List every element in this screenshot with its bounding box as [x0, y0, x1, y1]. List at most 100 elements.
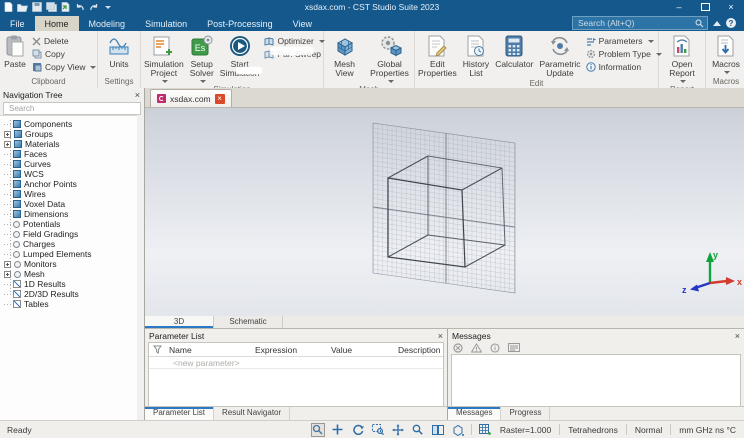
tree-item-curves[interactable]: Curves	[0, 159, 137, 169]
tree-search-box[interactable]	[3, 102, 141, 115]
optimizer-button[interactable]: Optimizer	[264, 36, 325, 46]
tree-item-2d3d-results[interactable]: 2D/3D Results	[0, 289, 137, 299]
viewport-3d[interactable]: y x z	[145, 108, 744, 316]
tree-item-materials[interactable]: Materials	[0, 139, 137, 149]
edit-properties-button[interactable]: Edit Properties	[416, 33, 459, 79]
tree-item-lumped-elements[interactable]: Lumped Elements	[0, 249, 137, 259]
setup-solver-button[interactable]: Es Setup Solver	[188, 33, 216, 85]
tree-item-potentials[interactable]: Potentials	[0, 219, 137, 229]
tab-messages[interactable]: Messages	[448, 407, 502, 420]
ribbon-search[interactable]	[572, 16, 708, 30]
tree-item-wcs[interactable]: WCS	[0, 169, 137, 179]
tab-3d[interactable]: 3D	[145, 316, 214, 328]
new-parameter-row[interactable]: <new parameter>	[149, 357, 443, 369]
tree-item-field-gradings[interactable]: Field Gradings	[0, 229, 137, 239]
expand-icon[interactable]	[4, 130, 11, 138]
tab-view[interactable]: View	[283, 16, 322, 31]
status-mode[interactable]: Normal	[633, 425, 664, 435]
parameter-list-close-button[interactable]: ×	[438, 331, 443, 341]
expand-icon[interactable]	[4, 260, 11, 268]
split-view-icon[interactable]	[431, 423, 445, 437]
minimize-button[interactable]: –	[666, 0, 692, 14]
status-mesh-type[interactable]: Tetrahedrons	[566, 425, 620, 435]
save-icon[interactable]	[32, 2, 42, 12]
close-button[interactable]: ×	[718, 0, 744, 14]
maximize-button[interactable]	[692, 0, 718, 14]
tree-item-1d-results[interactable]: 1D Results	[0, 279, 137, 289]
tree-item-charges[interactable]: Charges	[0, 239, 137, 249]
tree-search-input[interactable]	[7, 103, 137, 114]
bounding-box-icon[interactable]	[451, 423, 465, 437]
column-value[interactable]: Value	[327, 345, 394, 355]
simulation-project-button[interactable]: Simulation Project	[142, 33, 186, 85]
tree-item-wires[interactable]: Wires	[0, 189, 137, 199]
import-icon[interactable]	[61, 2, 71, 12]
zoom-window-icon[interactable]	[371, 423, 385, 437]
parametric-update-button[interactable]: Parametric Update	[537, 33, 582, 79]
column-name[interactable]: Name	[165, 345, 251, 355]
expand-icon[interactable]	[4, 270, 11, 278]
document-tab[interactable]: xsdax.com ×	[150, 89, 232, 107]
tab-post-processing[interactable]: Post-Processing	[197, 16, 283, 31]
paste-button[interactable]: Paste	[1, 33, 29, 70]
rotate-icon[interactable]	[351, 423, 365, 437]
tree-item-faces[interactable]: Faces	[0, 149, 137, 159]
tree-item-voxel-data[interactable]: Voxel Data	[0, 199, 137, 209]
information-button[interactable]: Information	[585, 62, 662, 72]
open-folder-icon[interactable]	[17, 3, 28, 12]
copy-button[interactable]: Copy	[32, 49, 96, 59]
pick-point-icon[interactable]	[310, 422, 325, 437]
calculator-button[interactable]: Calculator	[493, 33, 535, 70]
tab-schematic[interactable]: Schematic	[214, 316, 283, 328]
tab-parameter-list[interactable]: Parameter List	[145, 407, 215, 420]
info-filter-icon[interactable]	[490, 342, 500, 353]
errors-filter-icon[interactable]	[453, 342, 463, 353]
mesh-view-button[interactable]: Mesh View	[325, 33, 364, 79]
tab-progress[interactable]: Progress	[501, 407, 551, 420]
tab-file[interactable]: File	[0, 16, 35, 31]
redo-icon[interactable]	[89, 3, 99, 12]
document-tab-close-button[interactable]: ×	[214, 93, 225, 104]
help-icon[interactable]: ?	[726, 18, 736, 28]
expand-icon[interactable]	[4, 140, 11, 148]
open-report-button[interactable]: Open Report	[660, 33, 704, 85]
collapse-ribbon-icon[interactable]	[713, 17, 721, 26]
tree-item-components[interactable]: Components	[0, 119, 137, 129]
tab-simulation[interactable]: Simulation	[135, 16, 197, 31]
copy-view-button[interactable]: Copy View	[32, 62, 97, 72]
tree-item-anchor-points[interactable]: Anchor Points	[0, 179, 137, 189]
raster-icon[interactable]	[478, 423, 492, 437]
delete-button[interactable]: Delete	[32, 36, 96, 46]
tree-item-tables[interactable]: Tables	[0, 299, 137, 309]
column-description[interactable]: Description	[394, 345, 441, 355]
start-simulation-button[interactable]: Start Simulation	[218, 33, 262, 79]
navigation-tree-close-button[interactable]: ×	[135, 90, 140, 100]
parameters-button[interactable]: Parameters	[586, 36, 662, 46]
zoom-icon[interactable]	[411, 423, 425, 437]
undo-icon[interactable]	[75, 3, 85, 12]
warnings-filter-icon[interactable]	[471, 342, 482, 353]
qat-customize-icon[interactable]	[105, 6, 111, 12]
tree-item-groups[interactable]: Groups	[0, 129, 137, 139]
tree-item-dimensions[interactable]: Dimensions	[0, 209, 137, 219]
status-units[interactable]: mm GHz ns °C	[677, 425, 738, 435]
move-icon[interactable]	[331, 423, 345, 437]
tree-item-monitors[interactable]: Monitors	[0, 259, 137, 269]
new-file-icon[interactable]	[4, 2, 13, 12]
column-expression[interactable]: Expression	[251, 345, 327, 355]
pan-icon[interactable]	[391, 423, 405, 437]
tab-result-navigator[interactable]: Result Navigator	[214, 407, 291, 420]
history-list-button[interactable]: History List	[461, 33, 491, 79]
tab-modeling[interactable]: Modeling	[79, 16, 136, 31]
units-button[interactable]: Units	[99, 33, 139, 70]
details-icon[interactable]	[508, 343, 520, 352]
macros-button[interactable]: Macros	[707, 33, 744, 76]
filter-icon[interactable]	[149, 345, 165, 354]
tab-home[interactable]: Home	[34, 16, 79, 31]
problem-type-button[interactable]: Problem Type	[586, 49, 662, 59]
messages-close-button[interactable]: ×	[735, 331, 740, 341]
tree-item-mesh[interactable]: Mesh	[0, 269, 137, 279]
search-input[interactable]	[576, 17, 695, 29]
global-properties-button[interactable]: Global Properties	[366, 33, 413, 85]
status-raster[interactable]: Raster=1.000	[498, 425, 553, 435]
